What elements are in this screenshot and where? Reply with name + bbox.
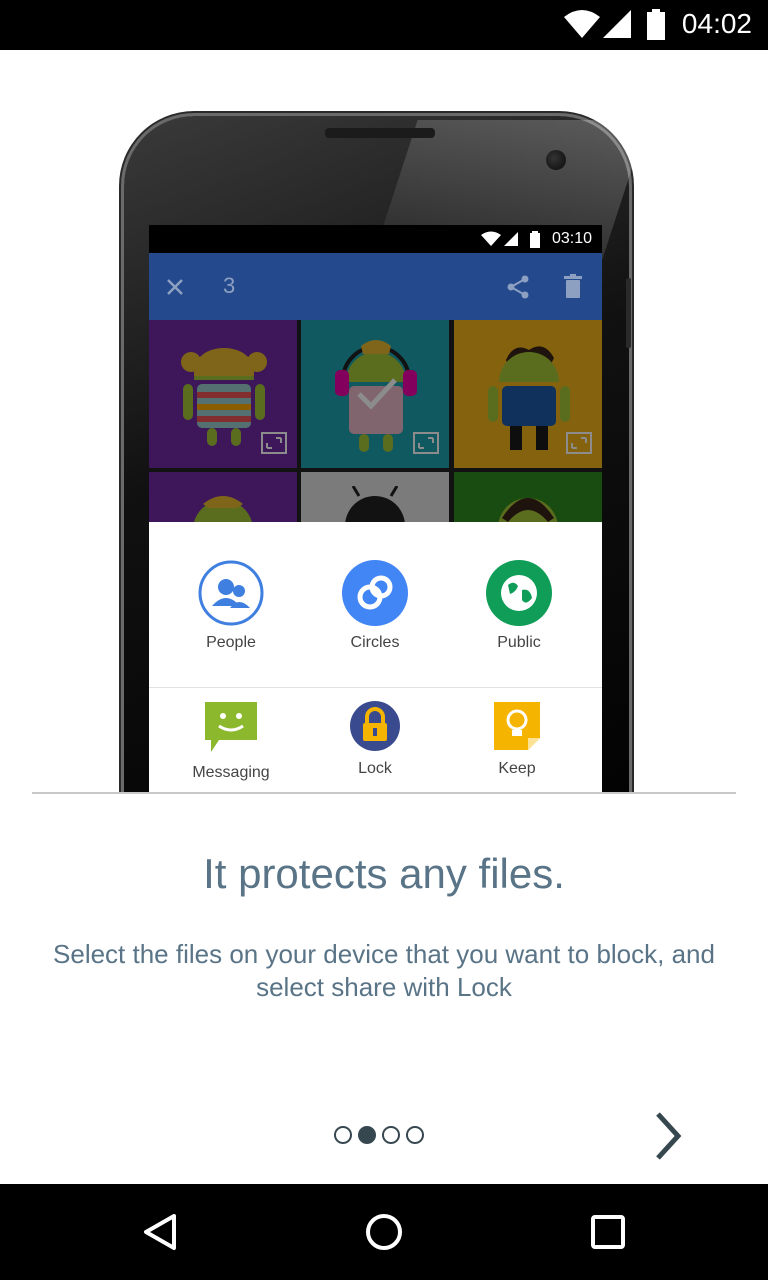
share-item-label: Circles	[350, 634, 400, 651]
share-sheet: People Circles Public Messaging Lock Kee…	[149, 522, 602, 792]
circles-icon	[342, 560, 408, 626]
share-icon	[507, 275, 529, 299]
trash-icon	[564, 274, 582, 298]
phone-illustration: 03:10 3 People Circles Public Messaging …	[0, 50, 768, 792]
page-dot	[406, 1126, 424, 1144]
phone-speaker	[325, 128, 435, 138]
share-item-lock: Lock	[305, 700, 445, 778]
page-dot	[382, 1126, 400, 1144]
people-icon	[198, 560, 264, 626]
home-icon[interactable]	[360, 1208, 408, 1256]
inner-battery-icon	[530, 231, 540, 248]
padlock-icon	[350, 701, 400, 751]
inner-toolbar: 3	[149, 253, 602, 320]
page-dot-active	[358, 1126, 376, 1144]
share-item-label: Lock	[358, 760, 392, 777]
inner-clock: 03:10	[551, 230, 592, 247]
navigation-bar	[0, 1184, 768, 1280]
share-item-keep: Keep	[447, 700, 587, 778]
selection-dim-overlay	[149, 320, 602, 530]
clock: 04:02	[681, 8, 752, 39]
phone-side-button	[626, 278, 631, 348]
share-item-messaging: Messaging	[161, 700, 301, 782]
share-item-label: Public	[497, 634, 541, 651]
messaging-icon	[205, 702, 257, 752]
share-item-label: People	[206, 634, 256, 651]
page-description: Select the files on your device that you…	[53, 939, 715, 1002]
keep-bulb-icon	[494, 702, 540, 750]
divider	[32, 792, 736, 794]
inner-wifi-icon	[481, 231, 501, 246]
cell-signal-icon	[603, 10, 631, 38]
photo-grid	[149, 320, 602, 620]
inner-status-bar: 03:10	[149, 225, 602, 253]
page-indicator	[334, 1126, 424, 1146]
inner-signal-icon	[504, 232, 518, 246]
share-item-label: Messaging	[192, 764, 270, 781]
phone-camera	[546, 150, 566, 170]
selected-count: 3	[223, 273, 236, 298]
battery-icon	[647, 9, 665, 40]
page-dot	[334, 1126, 352, 1144]
recents-icon[interactable]	[584, 1208, 632, 1256]
status-bar: 04:02	[0, 0, 768, 50]
back-icon[interactable]	[136, 1208, 184, 1256]
next-chevron-icon[interactable]	[646, 1108, 690, 1164]
wifi-icon	[564, 10, 600, 38]
share-item-people: People	[161, 560, 301, 652]
share-item-label: Keep	[498, 760, 536, 777]
close-icon	[167, 279, 183, 295]
page-title: It protects any files.	[203, 850, 565, 897]
share-item-circles: Circles	[305, 560, 445, 652]
phone-screen: 03:10 3 People Circles Public Messaging …	[149, 225, 602, 792]
globe-icon	[486, 560, 552, 626]
sheet-divider	[149, 687, 602, 688]
share-item-public: Public	[449, 560, 589, 652]
